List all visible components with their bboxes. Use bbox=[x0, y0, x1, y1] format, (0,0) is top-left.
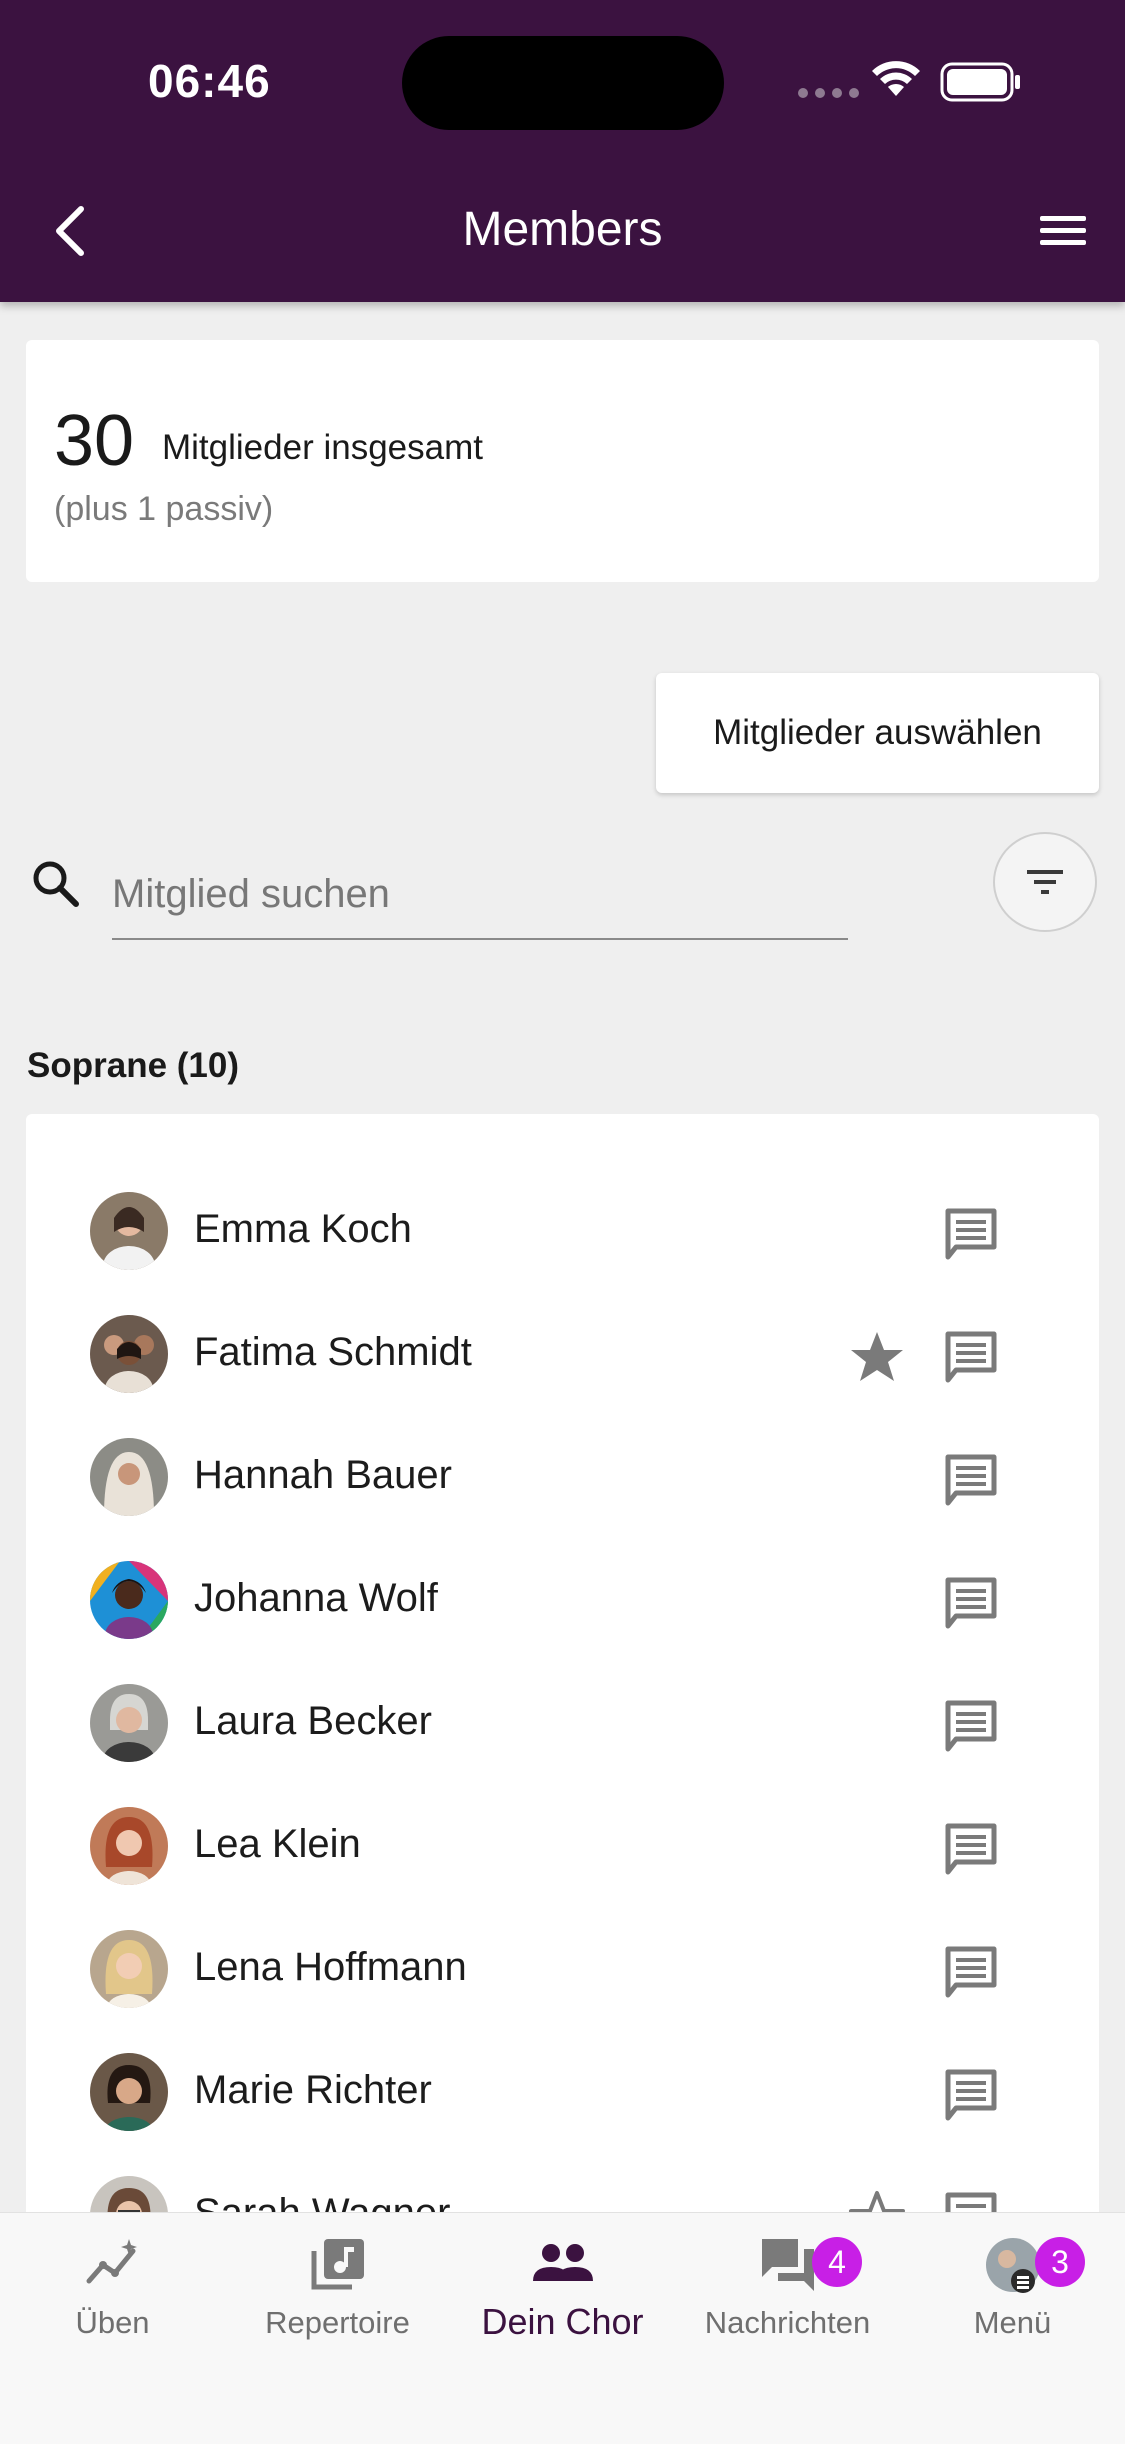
chat-icon[interactable] bbox=[942, 1328, 1000, 1386]
page-title: Members bbox=[462, 203, 663, 256]
select-members-button[interactable]: Mitglieder auswählen bbox=[656, 673, 1099, 793]
member-row[interactable]: Lea Klein bbox=[26, 1786, 1099, 1909]
tab-ueben[interactable]: Üben bbox=[0, 2213, 225, 2373]
chat-icon[interactable] bbox=[942, 1820, 1000, 1878]
cellular-signal-icon bbox=[798, 88, 859, 98]
filter-button[interactable] bbox=[993, 832, 1097, 932]
chat-icon[interactable] bbox=[942, 2066, 1000, 2124]
tab-repertoire[interactable]: Repertoire bbox=[225, 2213, 450, 2373]
hamburger-icon bbox=[1040, 216, 1086, 245]
member-name: Fatima Schmidt bbox=[194, 1330, 472, 1374]
group-icon bbox=[532, 2244, 593, 2281]
member-row[interactable]: Marie Richter bbox=[26, 2032, 1099, 2155]
battery-icon bbox=[940, 62, 1020, 102]
app-header: 06:46 Members bbox=[0, 0, 1125, 302]
tab-label: Menü bbox=[973, 2305, 1052, 2340]
status-time: 06:46 bbox=[148, 55, 271, 107]
tab-label: Dein Chor bbox=[481, 2301, 644, 2342]
chat-icon[interactable] bbox=[942, 1943, 1000, 2001]
search-icon bbox=[33, 861, 79, 907]
notification-badge: 3 bbox=[1035, 2237, 1085, 2287]
member-name: Johanna Wolf bbox=[194, 1576, 438, 1620]
member-row[interactable]: Johanna Wolf bbox=[26, 1540, 1099, 1663]
member-search-input[interactable] bbox=[112, 850, 848, 940]
member-row[interactable]: Laura Becker bbox=[26, 1663, 1099, 1786]
member-count: 30 bbox=[54, 401, 135, 481]
member-name: Marie Richter bbox=[194, 2068, 432, 2112]
avatar bbox=[90, 1807, 168, 1885]
avatar bbox=[90, 1684, 168, 1762]
messages-icon bbox=[761, 2239, 814, 2291]
member-row[interactable]: Hannah Bauer bbox=[26, 1417, 1099, 1540]
chat-icon[interactable] bbox=[942, 1574, 1000, 1632]
chat-icon[interactable] bbox=[942, 1451, 1000, 1509]
passive-count: (plus 1 passiv) bbox=[54, 490, 274, 528]
avatar bbox=[90, 1930, 168, 2008]
tab-label: Repertoire bbox=[265, 2305, 410, 2340]
avatar bbox=[90, 1438, 168, 1516]
tab-label: Nachrichten bbox=[704, 2305, 871, 2340]
profile-avatar bbox=[985, 2238, 1040, 2293]
member-summary-card: 30 Mitglieder insgesamt (plus 1 passiv) bbox=[26, 340, 1099, 582]
wifi-icon bbox=[872, 61, 920, 96]
unread-badge: 4 bbox=[812, 2237, 862, 2287]
hamburger-menu-button[interactable] bbox=[1032, 204, 1092, 258]
member-count-label: Mitglieder insgesamt bbox=[162, 428, 483, 467]
avatar bbox=[90, 1561, 168, 1639]
tab-label: Üben bbox=[75, 2305, 150, 2340]
member-name: Laura Becker bbox=[194, 1699, 432, 1743]
avatar bbox=[90, 1315, 168, 1393]
tab-menu[interactable]: 3 Menü bbox=[900, 2213, 1125, 2373]
avatar bbox=[90, 2053, 168, 2131]
member-name: Lea Klein bbox=[194, 1822, 361, 1866]
member-row[interactable]: Emma Koch bbox=[26, 1171, 1099, 1294]
filter-icon bbox=[1027, 870, 1063, 894]
repertoire-icon bbox=[311, 2239, 364, 2290]
section-title-soprane: Soprane (10) bbox=[27, 1046, 239, 1085]
member-name: Lena Hoffmann bbox=[194, 1945, 467, 1989]
dynamic-island bbox=[402, 36, 724, 130]
member-row[interactable]: Fatima Schmidt bbox=[26, 1294, 1099, 1417]
bottom-tab-bar: Üben Repertoire Dein Chor 4 Nachrichten … bbox=[0, 2212, 1125, 2444]
tab-nachrichten[interactable]: 4 Nachrichten bbox=[675, 2213, 900, 2373]
chat-icon[interactable] bbox=[942, 1205, 1000, 1263]
member-name: Hannah Bauer bbox=[194, 1453, 452, 1497]
chat-icon[interactable] bbox=[942, 1697, 1000, 1755]
tab-dein-chor[interactable]: Dein Chor bbox=[450, 2213, 675, 2373]
star-icon[interactable] bbox=[848, 1328, 906, 1386]
member-row[interactable]: Lena Hoffmann bbox=[26, 1909, 1099, 2032]
practice-icon bbox=[86, 2239, 137, 2284]
avatar bbox=[90, 1192, 168, 1270]
member-name: Emma Koch bbox=[194, 1207, 412, 1251]
